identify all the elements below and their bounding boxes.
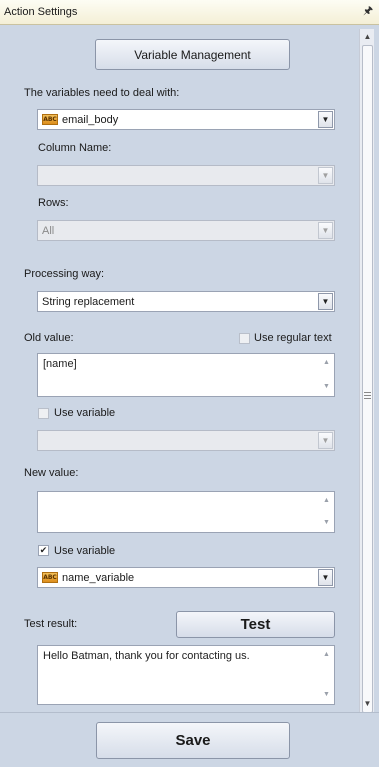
test-button[interactable]: Test [176,611,335,638]
settings-panel: Variable Management The variables need t… [7,29,358,712]
processing-way-value: String replacement [42,295,135,308]
pin-icon[interactable]: 🖈 [363,5,373,17]
chevron-down-icon[interactable]: ▼ [318,111,333,128]
test-result-textarea[interactable]: Hello Batman, thank you for contacting u… [37,645,335,705]
variables-label: The variables need to deal with: [24,87,180,99]
abc-icon: ABC [42,572,58,583]
processing-way-select[interactable]: String replacement ▼ [37,291,335,312]
scroll-up-icon[interactable]: ▲ [320,495,333,507]
window-title: Action Settings [4,6,78,18]
rows-value: All [42,224,55,237]
new-value-textarea[interactable]: ▲ ▼ [37,491,335,533]
scrollbar-thumb[interactable] [362,45,373,713]
new-value-label: New value: [24,467,79,479]
old-value-textarea[interactable]: [name] ▲ ▼ [37,353,335,397]
scroll-down-icon[interactable]: ▼ [320,381,333,393]
scroll-down-icon[interactable]: ▼ [320,689,333,701]
old-value-text: [name] [43,358,77,370]
use-regular-text-label: Use regular text [254,332,332,344]
scroll-up-icon[interactable]: ▲ [360,30,375,44]
old-use-variable-label: Use variable [54,407,116,419]
scroll-up-icon[interactable]: ▲ [320,649,333,661]
chevron-down-icon[interactable]: ▼ [318,569,333,586]
test-result-text: Hello Batman, thank you for contacting u… [43,650,250,662]
rows-select[interactable]: All ▼ [37,220,335,241]
chevron-down-icon[interactable]: ▼ [318,167,333,184]
chevron-down-icon[interactable]: ▼ [318,222,333,239]
test-result-label: Test result: [24,618,78,630]
check-icon: ✔ [39,545,48,555]
old-variable-select[interactable]: ▼ [37,430,335,451]
old-value-label: Old value: [24,332,74,344]
textarea-scrollbar[interactable]: ▲ ▼ [320,493,333,531]
textarea-scrollbar[interactable]: ▲ ▼ [320,647,333,703]
rows-label: Rows: [38,197,69,209]
chevron-down-icon[interactable]: ▼ [318,293,333,310]
variable-management-button[interactable]: Variable Management [95,39,290,70]
footer: Save [0,712,379,767]
new-variable-select[interactable]: ABC name_variable ▼ [37,567,335,588]
textarea-scrollbar[interactable]: ▲ ▼ [320,355,333,395]
scroll-up-icon[interactable]: ▲ [320,357,333,369]
variable-select[interactable]: ABC email_body ▼ [37,109,335,130]
grip-icon [364,392,371,399]
scroll-down-icon[interactable]: ▼ [360,697,375,711]
chevron-down-icon[interactable]: ▼ [318,432,333,449]
processing-way-label: Processing way: [24,268,105,280]
new-variable-value: name_variable [62,571,135,584]
variable-select-value: email_body [62,113,119,126]
new-use-variable-label: Use variable [54,545,116,557]
abc-icon: ABC [42,114,58,125]
panel-scrollbar[interactable]: ▲ ▼ [359,29,375,713]
old-use-variable-checkbox[interactable] [38,408,49,419]
new-use-variable-checkbox[interactable]: ✔ [38,545,49,556]
scroll-down-icon[interactable]: ▼ [320,517,333,529]
column-name-label: Column Name: [38,142,112,154]
titlebar: Action Settings 🖈 [0,0,379,25]
use-regular-text-checkbox[interactable] [239,333,250,344]
column-name-select[interactable]: ▼ [37,165,335,186]
save-button[interactable]: Save [96,722,290,759]
